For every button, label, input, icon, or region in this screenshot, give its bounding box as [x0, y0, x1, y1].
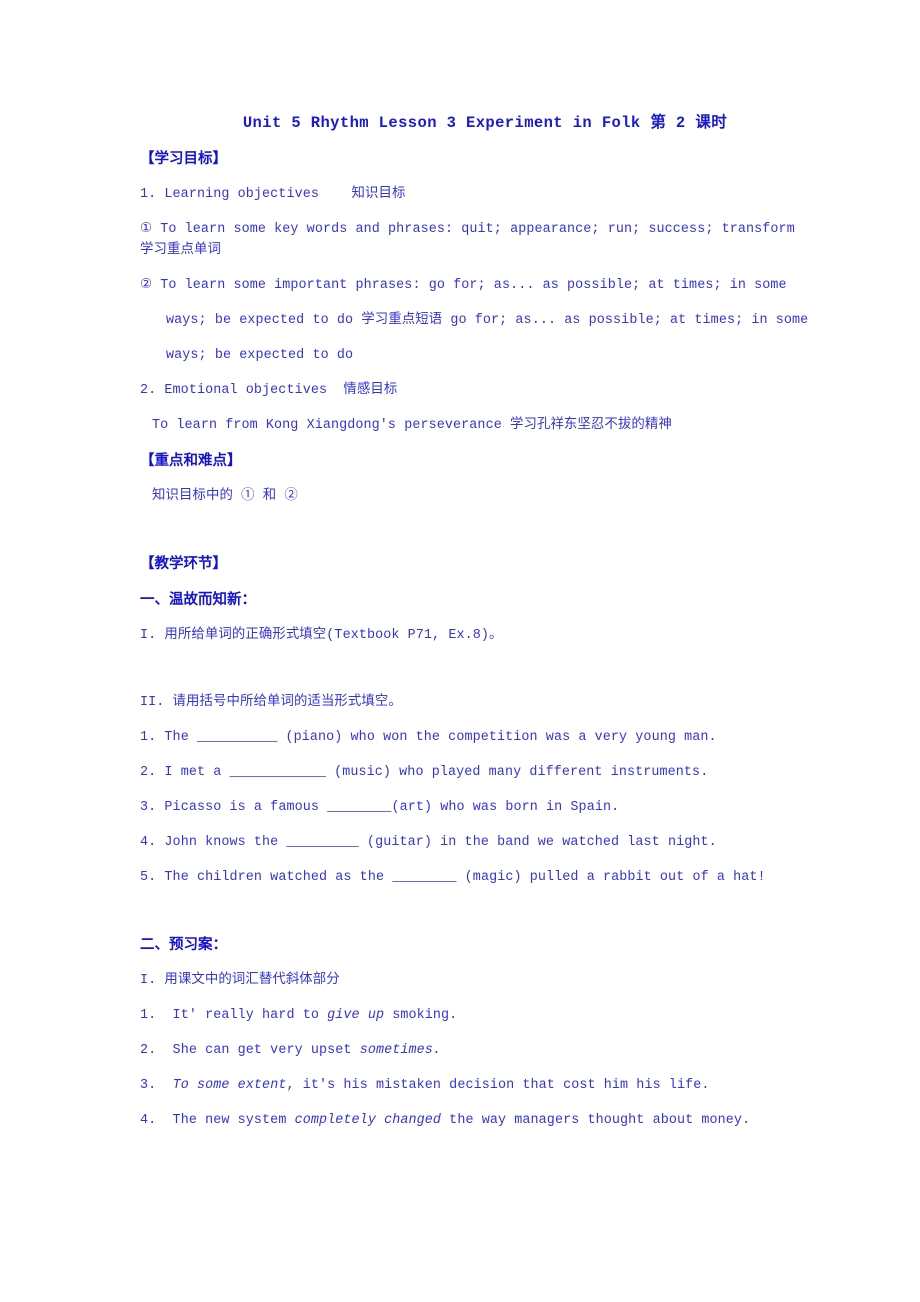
heading-teaching-steps: 【教学环节】: [140, 556, 227, 572]
goal-1-item-1-chinese: 学习重点单词: [140, 243, 221, 258]
italic-phrase: completely changed: [294, 1113, 442, 1128]
italic-phrase: sometimes.: [359, 1043, 442, 1058]
goal-2-label: 2. Emotional objectives 情感目标: [140, 383, 398, 398]
goal-1-item-2: ② To learn some important phrases: go fo…: [140, 278, 787, 293]
heading-part-two: 二、预习案：: [140, 937, 227, 953]
page-title: Unit 5 Rhythm Lesson 3 Experiment in Fol…: [242, 114, 728, 132]
question-text-after-blank: (magic) pulled a rabbit out of a hat!: [456, 870, 766, 885]
part-two-exercise-1: I. 用课文中的词汇替代斜体部分: [140, 973, 340, 988]
replace-italic-question: 1. It' really hard to give up smoking.: [140, 1005, 830, 1026]
question-text-after-blank: (music) who played many different instru…: [325, 765, 709, 780]
question-text-before-italic: [164, 1078, 172, 1093]
question-text-after-blank: (art) who was born in Spain.: [391, 800, 620, 815]
replace-italic-question: 2. She can get very upset sometimes.: [140, 1040, 830, 1061]
question-number: 1.: [140, 1008, 165, 1023]
question-number: 4.: [140, 1113, 165, 1128]
question-text-before-blank: The children watched as the: [164, 870, 393, 885]
question-text-after-italic: the way managers thought about money.: [441, 1113, 751, 1128]
answer-blank[interactable]: ________: [392, 870, 456, 885]
part-two-question-list: 1. It' really hard to give up smoking. 2.…: [140, 1005, 830, 1131]
question-number: 3.: [140, 800, 165, 815]
key-points-text: 知识目标中的 ① 和 ②: [152, 489, 298, 504]
fill-blank-question: 5. The children watched as the ________ …: [140, 867, 830, 888]
document-page: Unit 5 Rhythm Lesson 3 Experiment in Fol…: [0, 0, 920, 1302]
question-text-after-italic: , it's his mistaken decision that cost h…: [286, 1078, 710, 1093]
italic-phrase: give up: [327, 1008, 385, 1023]
part-one-question-list: 1. The __________ (piano) who won the co…: [140, 727, 830, 888]
question-text-before-italic: It' really hard to: [164, 1008, 328, 1023]
answer-blank[interactable]: ________: [327, 800, 391, 815]
fill-blank-question: 2. I met a ____________ (music) who play…: [140, 762, 830, 783]
goal-1-item-2-continued-2: ways; be expected to do: [166, 348, 354, 363]
question-text-before-blank: Picasso is a famous: [164, 800, 328, 815]
part-one-exercise-1: I. 用所给单词的正确形式填空(Textbook P71, Ex.8)。: [140, 628, 503, 643]
goal-1-item-1: ① To learn some key words and phrases: q…: [140, 222, 795, 237]
question-text-before-blank: I met a: [164, 765, 230, 780]
replace-italic-question: 4. The new system completely changed the…: [140, 1110, 830, 1131]
question-text-before-italic: The new system: [164, 1113, 295, 1128]
answer-blank[interactable]: __________: [197, 730, 277, 745]
question-number: 4.: [140, 835, 165, 850]
heading-part-one: 一、温故而知新：: [140, 592, 256, 608]
question-text-after-blank: (guitar) in the band we watched last nig…: [358, 835, 717, 850]
document-body: Unit 5 Rhythm Lesson 3 Experiment in Fol…: [140, 112, 830, 1131]
replace-italic-question: 3. To some extent, it's his mistaken dec…: [140, 1075, 830, 1096]
question-number: 2.: [140, 765, 165, 780]
question-text-after-blank: (piano) who won the competition was a ve…: [277, 730, 717, 745]
goal-1-item-2-continued: ways; be expected to do 学习重点短语 go for; a…: [166, 313, 809, 328]
italic-phrase: To some extent: [172, 1078, 287, 1093]
answer-blank[interactable]: ____________: [230, 765, 326, 780]
question-text-before-blank: John knows the: [164, 835, 287, 850]
question-text-before-blank: The: [164, 730, 197, 745]
heading-learning-goals: 【学习目标】: [140, 151, 227, 167]
heading-key-points: 【重点和难点】: [140, 453, 242, 469]
question-number: 2.: [140, 1043, 165, 1058]
question-number: 5.: [140, 870, 165, 885]
fill-blank-question: 3. Picasso is a famous ________(art) who…: [140, 797, 830, 818]
goal-1-label: 1. Learning objectives 知识目标: [140, 187, 406, 202]
fill-blank-question: 4. John knows the _________ (guitar) in …: [140, 832, 830, 853]
question-number: 1.: [140, 730, 165, 745]
question-text-after-italic: smoking.: [384, 1008, 458, 1023]
question-text-before-italic: She can get very upset: [164, 1043, 360, 1058]
question-number: 3.: [140, 1078, 165, 1093]
goal-2-text: To learn from Kong Xiangdong's persevera…: [152, 418, 672, 433]
fill-blank-question: 1. The __________ (piano) who won the co…: [140, 727, 830, 748]
part-one-exercise-2: II. 请用括号中所给单词的适当形式填空。: [140, 695, 402, 710]
answer-blank[interactable]: _________: [286, 835, 358, 850]
